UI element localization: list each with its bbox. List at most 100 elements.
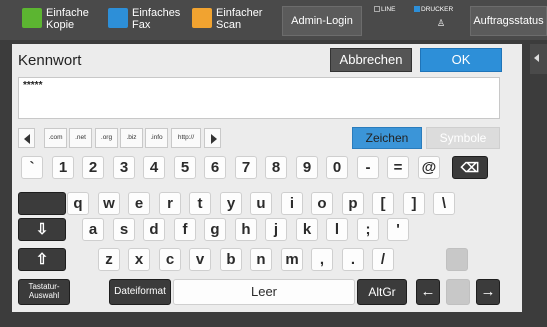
key-backtick[interactable]: ` [21,156,43,179]
left-arrow-icon[interactable]: ← [416,279,440,305]
shift-icon[interactable]: ⇧ [18,248,66,271]
domain-http-button[interactable]: http:// [171,128,201,148]
key-minus[interactable]: - [357,156,379,179]
key-bracket-left[interactable]: [ [372,192,394,215]
printer-person-icon: ♙ [437,18,446,28]
key-l[interactable]: l [326,218,348,241]
key-d[interactable]: d [143,218,165,241]
key-c[interactable]: c [159,248,181,271]
domain-scroll-left-button[interactable] [18,128,35,148]
key-0[interactable]: 0 [326,156,348,179]
key-6[interactable]: 6 [204,156,226,179]
key-h[interactable]: h [235,218,257,241]
key-w[interactable]: w [98,192,120,215]
side-panel-tab[interactable] [530,44,547,74]
key-2[interactable]: 2 [82,156,104,179]
key-b[interactable]: b [220,248,242,271]
key-bracket-right[interactable]: ] [403,192,425,215]
top-bar: Einfache Kopie Einfaches Fax Einfacher Scan… [0,0,547,40]
key-z[interactable]: z [98,248,120,271]
altgr-key[interactable]: AltGr [357,279,407,305]
ok-button[interactable]: OK [420,48,502,72]
key-e[interactable]: e [128,192,150,215]
key-slash[interactable]: / [372,248,394,271]
chevron-left-icon [534,54,539,62]
key-g[interactable]: g [204,218,226,241]
triangle-right-icon [211,134,217,144]
key-u[interactable]: u [250,192,272,215]
key-t[interactable]: t [189,192,211,215]
printer-status: DRUCKER [414,6,453,13]
key-backslash[interactable]: \ [433,192,455,215]
key-m[interactable]: m [281,248,303,271]
key-equals[interactable]: = [387,156,409,179]
keyboard-select-line2: Auswahl [28,291,60,300]
keyboard-select-line1: Tastatur- [28,282,60,291]
key-a[interactable]: a [82,218,104,241]
key-at[interactable]: @ [418,156,440,179]
copy-icon [22,8,42,28]
space-key[interactable]: Leer [173,279,355,305]
domain-biz-button[interactable]: .biz [120,128,143,148]
key-q[interactable]: q [67,192,89,215]
key-quote[interactable]: ' [387,218,409,241]
tab-characters[interactable]: Zeichen [352,127,422,149]
password-dialog: Kennwort Abbrechen OK ***** .com .net .o… [12,44,522,312]
scan-icon [192,8,212,28]
key-v[interactable]: v [189,248,211,271]
keyboard-select-button[interactable]: Tastatur- Auswahl [18,279,70,305]
key-comma[interactable]: , [311,248,333,271]
password-value: ***** [23,80,43,91]
key-semicolon[interactable]: ; [357,218,379,241]
key-9[interactable]: 9 [296,156,318,179]
domain-scroll-right-button[interactable] [204,128,221,148]
domain-com-button[interactable]: .com [44,128,67,148]
key-x[interactable]: x [128,248,150,271]
key-j[interactable]: j [265,218,287,241]
line-indicator-icon [374,6,380,12]
tab-key[interactable] [18,192,66,215]
printer-indicator-icon [414,6,420,12]
backspace-icon[interactable]: ⌫ [452,156,488,179]
key-i[interactable]: i [281,192,303,215]
domain-info-button[interactable]: .info [145,128,168,148]
key-o[interactable]: o [311,192,333,215]
down-arrow-icon[interactable]: ⇩ [18,218,66,241]
domain-net-button[interactable]: .net [69,128,92,148]
simple-scan-line1: Einfacher [216,7,263,19]
key-r[interactable]: r [159,192,181,215]
simple-scan-button[interactable]: Einfacher Scan [192,6,264,36]
key-period[interactable]: . [342,248,364,271]
key-8[interactable]: 8 [265,156,287,179]
cancel-button[interactable]: Abbrechen [330,48,412,72]
simple-copy-line1: Einfache [46,7,89,19]
screen: Einfache Kopie Einfaches Fax Einfacher Scan… [0,0,547,327]
domain-org-button[interactable]: .org [95,128,118,148]
simple-fax-line2: Fax [132,19,151,31]
key-5[interactable]: 5 [174,156,196,179]
down-arrow-key [446,279,470,305]
key-y[interactable]: y [220,192,242,215]
password-input[interactable]: ***** [18,77,500,119]
simple-copy-button[interactable]: Einfache Kopie [22,6,89,36]
key-f[interactable]: f [174,218,196,241]
key-s[interactable]: s [113,218,135,241]
right-arrow-icon[interactable]: → [476,279,500,305]
admin-login-button[interactable]: Admin-Login [282,6,362,36]
printer-status-label: DRUCKER [421,6,454,13]
key-p[interactable]: p [342,192,364,215]
simple-scan-line2: Scan [216,19,242,31]
key-4[interactable]: 4 [143,156,165,179]
simple-fax-line1: Einfaches [132,7,181,19]
key-1[interactable]: 1 [52,156,74,179]
line-status-label: LINE [381,6,396,13]
key-n[interactable]: n [250,248,272,271]
file-format-button[interactable]: Dateiformat [109,279,171,305]
key-3[interactable]: 3 [113,156,135,179]
key-k[interactable]: k [296,218,318,241]
tab-symbols[interactable]: Symbole [426,127,500,149]
fax-icon [108,8,128,28]
job-status-button[interactable]: Auftragsstatus [470,6,547,36]
key-7[interactable]: 7 [235,156,257,179]
simple-fax-button[interactable]: Einfaches Fax [108,6,181,36]
